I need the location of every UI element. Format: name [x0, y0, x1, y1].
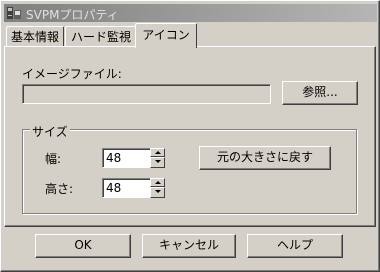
- arrow-down-icon: [155, 190, 161, 193]
- width-label: 幅:: [45, 152, 62, 166]
- height-spinner[interactable]: [150, 178, 165, 198]
- width-spin-up-button[interactable]: [150, 148, 165, 157]
- properties-dialog: SVPMプロパティ 基本情報 ハード監視 アイコン イメージファイル: 参照..…: [0, 0, 380, 272]
- height-spin-down-button[interactable]: [150, 187, 165, 198]
- browse-button-label: 参照...: [302, 85, 338, 99]
- tab-panel-icon: イメージファイル: 参照... サイズ 幅: 48 元の大きさに戻す 高さ: 4…: [4, 46, 376, 227]
- tab-label: 基本情報: [10, 30, 59, 44]
- width-input[interactable]: 48: [102, 148, 152, 168]
- tab-label: アイコン: [142, 28, 190, 42]
- browse-button[interactable]: 参照...: [282, 81, 358, 105]
- arrow-up-icon: [155, 181, 161, 184]
- reset-size-button[interactable]: 元の大きさに戻す: [199, 146, 331, 170]
- tab-icon[interactable]: アイコン: [135, 23, 197, 48]
- window-title: SVPMプロパティ: [26, 8, 119, 22]
- width-spin-down-button[interactable]: [150, 157, 165, 168]
- cancel-button-label: キャンセル: [158, 238, 219, 252]
- help-button[interactable]: ヘルプ: [247, 234, 343, 258]
- tab-basic-info[interactable]: 基本情報: [6, 26, 64, 47]
- reset-size-button-label: 元の大きさに戻す: [216, 150, 313, 164]
- arrow-down-icon: [155, 160, 161, 163]
- image-file-field: [22, 84, 271, 104]
- arrow-up-icon: [155, 151, 161, 154]
- height-spin-up-button[interactable]: [150, 178, 165, 187]
- image-file-label: イメージファイル:: [22, 67, 122, 81]
- tab-hardware-monitor[interactable]: ハード監視: [65, 26, 137, 47]
- title-bar[interactable]: SVPMプロパティ: [4, 4, 377, 22]
- width-spinner[interactable]: [150, 148, 165, 168]
- size-group-title: サイズ: [30, 123, 70, 140]
- help-button-label: ヘルプ: [276, 238, 313, 252]
- size-group: [22, 129, 357, 214]
- ok-button[interactable]: OK: [35, 234, 131, 258]
- height-label: 高さ:: [45, 182, 74, 196]
- ok-button-label: OK: [74, 238, 92, 252]
- tab-label: ハード監視: [70, 30, 131, 44]
- cancel-button[interactable]: キャンセル: [142, 234, 236, 258]
- height-input[interactable]: 48: [102, 178, 152, 198]
- app-icon: [7, 7, 21, 19]
